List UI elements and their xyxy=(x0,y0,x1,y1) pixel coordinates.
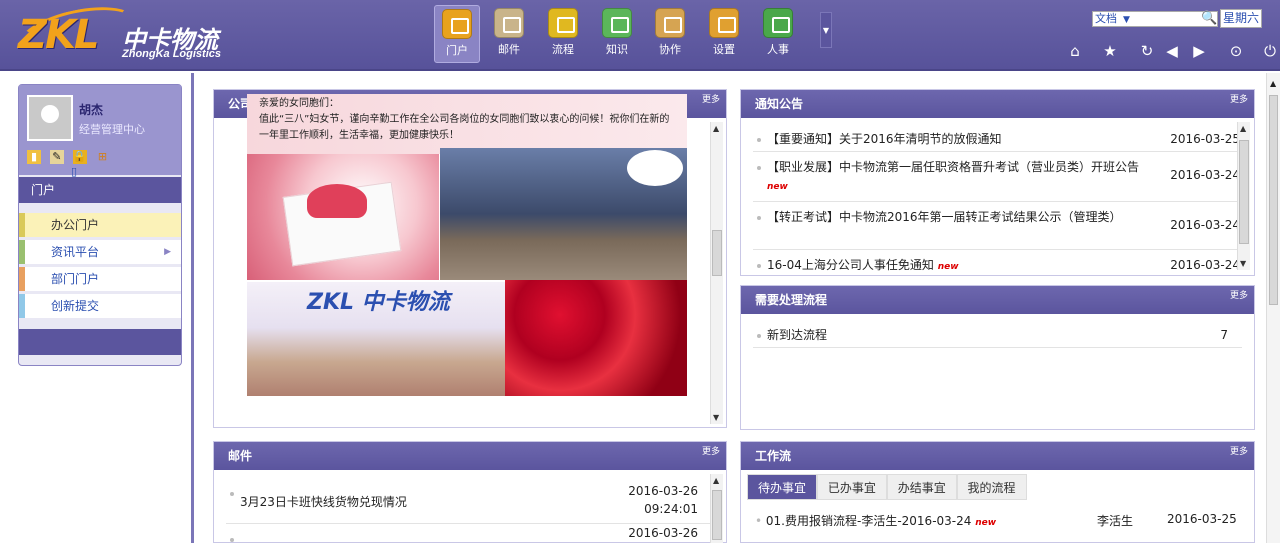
new-badge: new xyxy=(975,518,997,528)
lock-icon[interactable]: 🔒 xyxy=(72,150,87,164)
top-header: ZKL 中卡物流 ZhongKa Logistics 门户 邮件 流程 知识 协… xyxy=(0,0,1280,71)
menu-info-platform[interactable]: 资讯平台 ▶ xyxy=(19,240,181,264)
workflow-panel: 工作流 更多 待办事宜 已办事宜 办结事宜 我的流程 • 01.费用报销流程-李… xyxy=(740,441,1255,543)
tab-done[interactable]: 已办事宜 xyxy=(816,474,887,500)
nav-settings[interactable]: 设置 xyxy=(701,5,747,63)
user-department: 经营管理中心 xyxy=(79,123,145,136)
process-title: 需要处理流程 xyxy=(755,293,828,307)
list-item[interactable]: 【重要通知】关于2016年清明节的放假通知 2016-03-25 xyxy=(753,124,1242,152)
scroll-up-icon[interactable]: ▲ xyxy=(1240,124,1246,133)
mail-panel: 邮件 更多 3月23日卡班快线货物兑现情况 2016-03-26 09:24:01… xyxy=(213,441,727,543)
chart-icon xyxy=(548,8,578,38)
nav-collab[interactable]: 协作 xyxy=(647,5,693,63)
mail-icon xyxy=(494,8,524,38)
nav-more-button[interactable]: ▼ xyxy=(820,12,832,48)
forward-icon[interactable]: ▶ xyxy=(1190,42,1208,60)
tab-finished[interactable]: 办结事宜 xyxy=(886,474,957,500)
avatar xyxy=(27,95,73,141)
nav-mail[interactable]: 邮件 xyxy=(486,5,532,63)
notice-more-link[interactable]: 更多 xyxy=(1230,90,1248,110)
news-panel: 公司新闻 更多 亲爱的女同胞们： 值此“三八”妇女节，谨向辛勤工作在全公司各岗位… xyxy=(213,89,727,428)
weekday-label: 星期六 xyxy=(1220,9,1262,28)
doc-type-select[interactable]: 文档 ▼ xyxy=(1092,11,1218,27)
tab-todo[interactable]: 待办事宜 xyxy=(747,474,818,500)
workflow-title: 工作流 xyxy=(755,449,792,463)
menu-innovation[interactable]: 创新提交 xyxy=(19,294,181,318)
back-icon[interactable]: ◀ xyxy=(1163,42,1181,60)
star-icon[interactable]: ★ xyxy=(1101,42,1119,60)
company-logo: ZKL 中卡物流 ZhongKa Logistics xyxy=(14,0,238,68)
list-item[interactable]: 3月23日卡班快线货物兑现情况 2016-03-26 09:24:01 xyxy=(226,478,714,524)
roses-photo xyxy=(505,280,687,396)
page-scrollbar[interactable]: ▲ xyxy=(1266,73,1280,543)
mail-more-link[interactable]: 更多 xyxy=(702,442,720,462)
scroll-up-icon[interactable]: ▲ xyxy=(713,124,719,133)
edit-icon[interactable]: ✎ xyxy=(49,150,64,164)
notice-panel: 通知公告 更多 【重要通知】关于2016年清明节的放假通知 2016-03-25 … xyxy=(740,89,1255,276)
tab-my-flow[interactable]: 我的流程 xyxy=(956,474,1027,500)
nav-portal[interactable]: 门户 xyxy=(434,5,480,63)
portal-header: 门户 xyxy=(19,177,181,203)
wrench-icon xyxy=(709,8,739,38)
mail-title: 邮件 xyxy=(228,449,253,463)
menu-down-icon[interactable]: ⊙ xyxy=(1227,42,1245,60)
notice-scrollbar[interactable]: ▲ ▼ xyxy=(1237,122,1250,270)
new-badge: new xyxy=(937,262,959,272)
power-icon[interactable]: ⏻ xyxy=(1261,42,1279,60)
user-name: 胡杰 xyxy=(79,103,104,117)
list-item[interactable]: • 01.费用报销流程-李活生-2016-03-24 new 李活生 2016-… xyxy=(755,512,1245,534)
org-icon[interactable]: ⊞ xyxy=(95,150,109,164)
list-item[interactable]: 16-04上海分公司人事任免通知 new 2016-03-24 xyxy=(753,250,1242,278)
notice-title: 通知公告 xyxy=(755,97,804,111)
news-scrollbar[interactable]: ▲ ▼ xyxy=(710,122,723,424)
new-badge: new xyxy=(767,182,788,192)
nav-hr[interactable]: 人事 xyxy=(755,5,801,63)
process-more-link[interactable]: 更多 xyxy=(1230,286,1248,306)
user-panel: 胡杰 经营管理中心 ▮ ✎ 🔒 ⊞ ▯ 门户 办公门户 资讯平台 ▶ 部门门户 创… xyxy=(18,84,182,366)
list-item[interactable]: 新到达流程 7 xyxy=(753,320,1242,348)
scroll-up-icon[interactable]: ▲ xyxy=(1270,79,1276,88)
notebook-icon xyxy=(655,8,685,38)
nav-knowledge[interactable]: 知识 xyxy=(594,5,640,63)
refresh-icon[interactable]: ↻ xyxy=(1138,42,1156,60)
menu-dept-portal[interactable]: 部门门户 xyxy=(19,267,181,291)
scroll-up-icon[interactable]: ▲ xyxy=(713,476,719,485)
window-icon xyxy=(763,8,793,38)
nav-flow[interactable]: 流程 xyxy=(540,5,586,63)
news-more-link[interactable]: 更多 xyxy=(702,90,720,110)
scroll-down-icon[interactable]: ▼ xyxy=(1240,259,1246,268)
workflow-more-link[interactable]: 更多 xyxy=(1230,442,1248,462)
process-panel: 需要处理流程 更多 新到达流程 7 xyxy=(740,285,1255,430)
list-item[interactable]: 【转正考试】中卡物流2016年第一届转正考试结果公示（管理类） 2016-03-2… xyxy=(753,202,1242,250)
knowledge-icon xyxy=(602,8,632,38)
search-icon[interactable]: 🔍 xyxy=(1201,11,1217,27)
mail-scrollbar[interactable]: ▲ xyxy=(710,474,723,543)
book-icon[interactable]: ▮ xyxy=(27,150,41,164)
arrow-right-icon: ▶ xyxy=(164,247,171,257)
home-icon[interactable]: ⌂ xyxy=(1066,42,1084,60)
chevron-down-icon: ▼ xyxy=(1123,15,1130,25)
list-item[interactable]: 2016-03-26 xyxy=(226,524,714,543)
portal-menu: 办公门户 资讯平台 ▶ 部门门户 创新提交 xyxy=(19,213,181,321)
workflow-tabs: 待办事宜 已办事宜 办结事宜 我的流程 xyxy=(747,474,1027,500)
news-image[interactable]: 亲爱的女同胞们： 值此“三八”妇女节，谨向辛勤工作在全公司各岗位的女同胞们致以衷… xyxy=(247,94,687,396)
home-icon xyxy=(442,9,472,39)
list-item[interactable]: 【职业发展】中卡物流第一届任职资格晋升考试（营业员类）开班公告 new 2016-… xyxy=(753,152,1242,202)
menu-office-portal[interactable]: 办公门户 xyxy=(19,213,181,237)
scroll-down-icon[interactable]: ▼ xyxy=(713,413,719,422)
